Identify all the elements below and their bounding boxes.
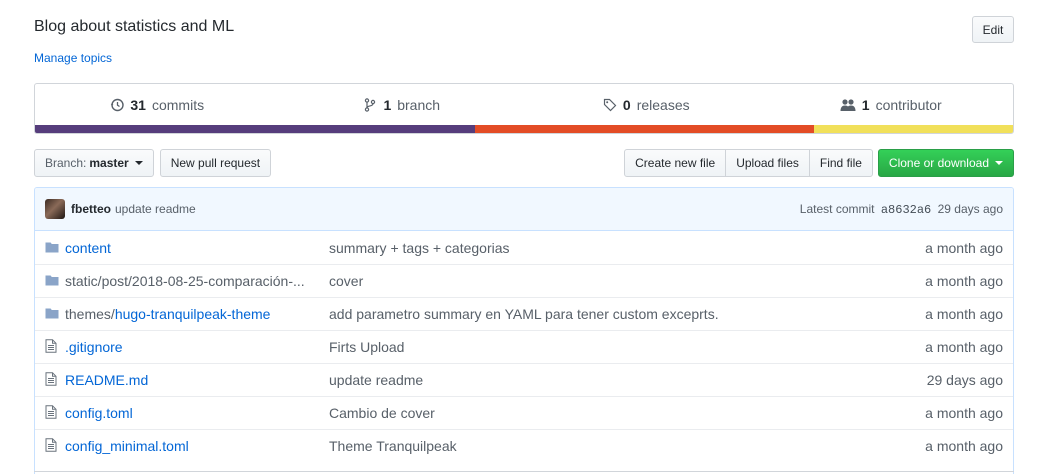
- commit-author[interactable]: fbetteo: [71, 202, 111, 216]
- file-row[interactable]: config_minimal.toml Theme Tranquilpeak a m…: [35, 429, 1013, 462]
- file-list: fbetteo update readme Latest commit a863…: [34, 187, 1014, 474]
- file-age: a month ago: [925, 405, 1003, 421]
- new-pull-request-button[interactable]: New pull request: [159, 149, 272, 177]
- file-commit-message[interactable]: add parametro summary en YAML para tener…: [329, 306, 893, 322]
- file-age: a month ago: [925, 273, 1003, 289]
- file-link[interactable]: README.md: [65, 372, 148, 388]
- file-row[interactable]: static/post/2018-08-25-comparación-... co…: [35, 264, 1013, 297]
- contributors-label: contributor: [875, 96, 942, 113]
- file-link[interactable]: config_minimal.toml: [65, 438, 189, 454]
- releases-count: 0: [622, 96, 631, 113]
- file-commit-message[interactable]: update readme: [329, 372, 893, 388]
- file-path-prefix[interactable]: themes/: [65, 306, 115, 322]
- file-name[interactable]: static/post/2018-08-25-comparación-...: [65, 273, 329, 289]
- find-file-button[interactable]: Find file: [808, 149, 873, 177]
- file-icon: [45, 339, 61, 355]
- latest-commit-bar: fbetteo update readme Latest commit a863…: [35, 188, 1013, 231]
- repo-summary: 31 commits 1 branch 0 releases 1 contrib…: [34, 83, 1014, 134]
- contributors-count: 1: [861, 96, 870, 113]
- file-name[interactable]: config.toml: [65, 405, 329, 421]
- avatar[interactable]: [45, 199, 65, 219]
- file-name[interactable]: .gitignore: [65, 339, 329, 355]
- file-age: a month ago: [925, 306, 1003, 322]
- file-icon: [45, 405, 61, 421]
- file-commit-message[interactable]: summary + tags + categorias: [329, 240, 893, 256]
- branch-label: Branch:: [45, 156, 87, 170]
- create-new-file-button[interactable]: Create new file: [624, 149, 727, 177]
- clone-or-download-button[interactable]: Clone or download: [877, 149, 1014, 177]
- language-bar-segment[interactable]: [814, 125, 1013, 133]
- file-link[interactable]: content: [65, 240, 111, 256]
- file-age: 29 days ago: [926, 372, 1003, 388]
- language-bar-segment[interactable]: [35, 125, 476, 133]
- file-link[interactable]: config.toml: [65, 405, 133, 421]
- branches-label: branch: [397, 96, 441, 113]
- commits-summary[interactable]: 31 commits: [35, 84, 280, 125]
- clone-label: Clone or download: [888, 156, 989, 170]
- file-row[interactable]: config.toml Cambio de cover a month ago: [35, 396, 1013, 429]
- branches-summary[interactable]: 1 branch: [280, 84, 525, 125]
- file-icon: [45, 438, 61, 454]
- file-commit-message[interactable]: Theme Tranquilpeak: [329, 438, 893, 454]
- commits-count: 31: [130, 96, 146, 113]
- contributors-summary[interactable]: 1 contributor: [769, 84, 1014, 125]
- branches-count: 1: [383, 96, 392, 113]
- repo-description: Blog about statistics and ML: [34, 18, 235, 35]
- language-bar-segment[interactable]: [475, 125, 815, 133]
- branch-select-button[interactable]: Branch: master: [34, 149, 154, 177]
- file-commit-message[interactable]: Cambio de cover: [329, 405, 893, 421]
- language-bar[interactable]: [35, 125, 1013, 133]
- folder-icon: [45, 240, 61, 256]
- upload-files-button[interactable]: Upload files: [725, 149, 810, 177]
- file-row[interactable]: .gitignore Firts Upload a month ago: [35, 330, 1013, 363]
- folder-icon: [45, 273, 61, 289]
- file-icon: [45, 372, 61, 388]
- tag-icon: [603, 98, 617, 112]
- file-age: a month ago: [925, 438, 1003, 454]
- file-link[interactable]: hugo-tranquilpeak-theme: [115, 306, 271, 322]
- file-name[interactable]: content: [65, 240, 329, 256]
- file-commit-message[interactable]: cover: [329, 273, 893, 289]
- file-link[interactable]: .gitignore: [65, 339, 123, 355]
- file-row[interactable]: README.md update readme 29 days ago: [35, 363, 1013, 396]
- people-icon: [840, 98, 856, 112]
- file-age: a month ago: [925, 239, 1003, 256]
- releases-label: releases: [636, 96, 690, 113]
- folder-icon: [45, 306, 61, 322]
- file-path-prefix[interactable]: static/post/2018-08-25-comparación-...: [65, 273, 305, 289]
- file-row[interactable]: themes/hugo-tranquilpeak-theme add parame…: [35, 297, 1013, 330]
- releases-summary[interactable]: 0 releases: [524, 84, 769, 125]
- file-name[interactable]: README.md: [65, 372, 329, 388]
- branch-value: master: [89, 156, 129, 170]
- file-name[interactable]: themes/hugo-tranquilpeak-theme: [65, 306, 329, 322]
- commit-message[interactable]: update readme: [115, 202, 196, 216]
- edit-button[interactable]: Edit: [972, 16, 1014, 43]
- latest-commit-prefix: Latest commit: [799, 201, 875, 216]
- commits-label: commits: [151, 96, 205, 113]
- caret-down-icon: [995, 161, 1003, 165]
- commit-age: 29 days ago: [937, 201, 1003, 216]
- caret-down-icon: [134, 161, 143, 165]
- latest-commit-info: Latest commit a8632a6 29 days ago: [800, 202, 1003, 217]
- file-commit-message[interactable]: Firts Upload: [329, 339, 893, 355]
- file-name[interactable]: config_minimal.toml: [65, 438, 329, 454]
- commit-sha[interactable]: a8632a6: [881, 203, 931, 217]
- file-row[interactable]: content summary + tags + categorias a mont…: [35, 231, 1013, 264]
- git-branch-icon: [363, 97, 377, 112]
- file-age: a month ago: [925, 339, 1003, 355]
- history-icon: [110, 98, 125, 112]
- manage-topics-link[interactable]: Manage topics: [34, 51, 112, 65]
